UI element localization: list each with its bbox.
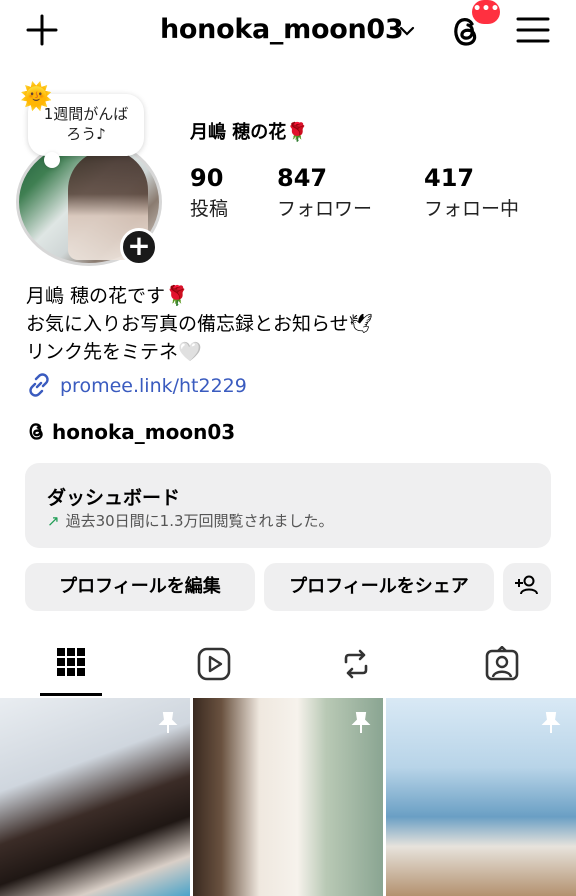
posts-count[interactable]: 90 <box>190 164 223 192</box>
pin-icon <box>541 712 561 733</box>
discover-people-button[interactable] <box>503 563 551 611</box>
reels-icon <box>197 647 231 681</box>
link-icon <box>29 373 49 397</box>
profile-link-text[interactable]: promee.link/ht2229 <box>60 375 247 397</box>
tab-reposts[interactable] <box>338 646 374 686</box>
profile-note-text: 1週間がんば ろう♪ <box>43 105 129 143</box>
dashboard-views-text: 過去30日間に1.3万回閲覧されました。 <box>65 512 334 530</box>
post-thumbnail[interactable] <box>386 698 576 896</box>
bio-line: 月嶋 穂の花です🌹 <box>26 285 189 307</box>
post-thumbnail[interactable] <box>193 698 383 896</box>
posts-label[interactable]: 投稿 <box>190 194 228 221</box>
add-story-button[interactable]: + <box>120 228 158 266</box>
bio-line: お気に入りお写真の備忘録とお知らせ🕊 <box>26 313 373 335</box>
tagged-icon <box>485 645 519 681</box>
reposts-icon <box>344 649 368 679</box>
display-name: 月嶋 穂の花🌹 <box>190 122 309 143</box>
menu-button[interactable] <box>516 14 550 46</box>
bio-line: リンク先をミテネ🤍 <box>26 341 202 363</box>
edit-profile-button[interactable]: プロフィールを編集 <box>25 563 255 611</box>
notification-badge: ••• <box>472 0 500 24</box>
followers-count[interactable]: 847 <box>277 164 327 192</box>
header-username[interactable]: honoka_moon03 <box>160 14 404 45</box>
followers-label[interactable]: フォロワー <box>277 194 372 221</box>
create-plus-button[interactable] <box>24 12 60 48</box>
grid-icon <box>57 648 85 676</box>
note-bubble-tail <box>44 152 60 168</box>
post-thumbnail[interactable] <box>0 698 190 896</box>
trend-up-icon: ↗ <box>47 512 60 530</box>
following-count[interactable]: 417 <box>424 164 474 192</box>
menu-icon <box>516 17 550 43</box>
dashboard-subtitle: ↗ 過去30日間に1.3万回閲覧されました。 <box>47 510 334 531</box>
plus-icon <box>26 14 58 46</box>
threads-icon <box>29 423 43 440</box>
following-label[interactable]: フォロー中 <box>424 194 519 221</box>
chevron-down-icon[interactable] <box>398 22 416 40</box>
tab-posts-grid[interactable] <box>55 646 87 682</box>
active-tab-indicator <box>40 693 102 696</box>
add-person-icon <box>515 575 538 595</box>
dashboard-title: ダッシュボード <box>47 487 181 509</box>
threads-handle[interactable]: honoka_moon03 <box>52 420 235 444</box>
profile-link[interactable]: promee.link/ht2229 <box>26 372 247 400</box>
sun-icon: 🌞 <box>20 82 53 112</box>
pin-icon <box>351 712 371 733</box>
pin-icon <box>158 712 178 733</box>
bio: 月嶋 穂の花です🌹 お気に入りお写真の備忘録とお知らせ🕊 リンク先をミテネ🤍 <box>26 282 373 366</box>
threads-profile-link[interactable]: honoka_moon03 <box>26 420 235 444</box>
share-profile-button[interactable]: プロフィールをシェア <box>264 563 494 611</box>
tab-reels[interactable] <box>196 646 232 686</box>
tab-tagged[interactable] <box>484 645 520 686</box>
